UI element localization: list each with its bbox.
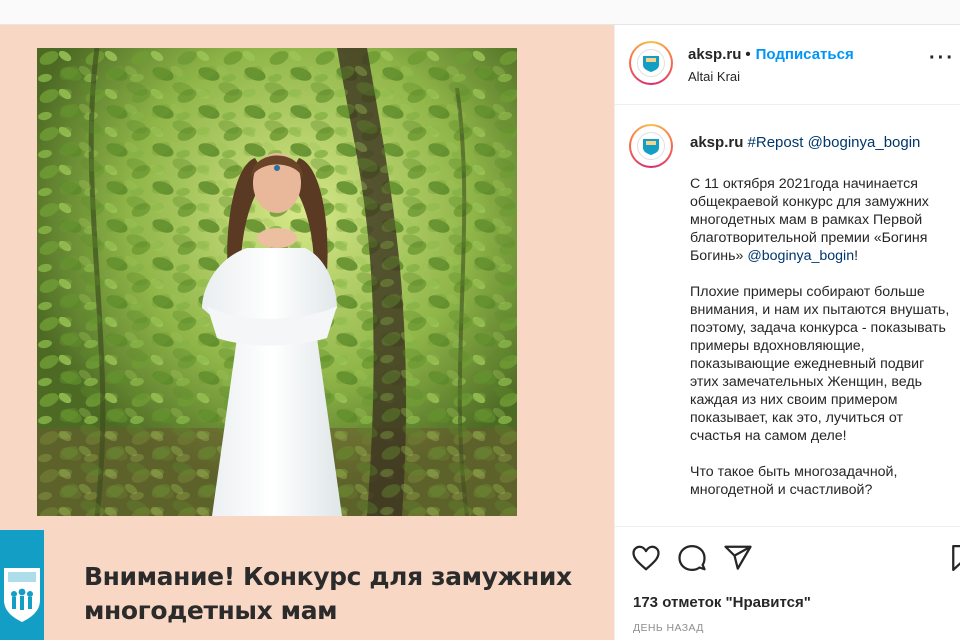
caption-avatar[interactable] — [629, 124, 673, 168]
caption-line: Плохие примеры собирают больше — [690, 284, 925, 300]
browser-top-strip — [0, 0, 960, 25]
share-icon[interactable] — [723, 543, 753, 573]
heart-icon[interactable] — [631, 543, 661, 573]
caption-comment: aksp.ru #Repost @boginya_bogin С 11 октя… — [615, 106, 960, 526]
author-avatar[interactable] — [629, 41, 673, 85]
headline-line-1: Внимание! Конкурс для замужних — [84, 562, 572, 591]
caption-header: aksp.ru #Repost @boginya_bogin — [690, 134, 920, 151]
repost-hashtag[interactable]: #Repost — [748, 134, 804, 151]
caption-paragraph-1: С 11 октября 2021года начинается общекра… — [690, 175, 960, 265]
caption-line: примеры вдохновляющие, — [690, 338, 865, 354]
comment-icon[interactable] — [677, 543, 707, 573]
likes-count[interactable]: 173 отметок "Нравится" — [633, 594, 811, 611]
repost-mention[interactable]: @boginya_bogin — [808, 134, 921, 151]
caption-line: показывающие ежедневный подвиг — [690, 356, 925, 372]
caption-mention[interactable]: @boginya_bogin — [747, 248, 854, 264]
caption-line: многодетной и счастливой? — [690, 482, 873, 498]
bookmark-icon[interactable] — [947, 543, 960, 573]
post-timestamp[interactable]: день назад — [633, 622, 704, 634]
image-headline: Внимание! Конкурс для замужних многодетн… — [84, 560, 604, 628]
author-username[interactable]: aksp.ru — [688, 46, 741, 63]
caption-line: благотворительной премии «Богиня — [690, 230, 928, 246]
post-media[interactable]: Внимание! Конкурс для замужних многодетн… — [0, 25, 614, 640]
caption-line: внимания, и нам их пытаются внушать, — [690, 302, 950, 318]
org-logo-icon — [0, 530, 44, 640]
caption-line: многодетных мам в рамках Первой — [690, 212, 923, 228]
caption-line: Богинь» — [690, 248, 748, 264]
org-logo-icon — [643, 139, 659, 155]
follow-button[interactable]: Подписаться — [756, 46, 854, 63]
headline-line-2: многодетных мам — [84, 596, 338, 625]
org-logo-icon — [643, 56, 659, 72]
caption-line: ! — [854, 248, 859, 264]
post-side-panel: aksp.ru • Подписаться Altai Krai ··· aksp.… — [614, 25, 960, 640]
author-line: aksp.ru • Подписаться — [688, 46, 854, 63]
caption-text: С 11 октября 2021года начинается общекра… — [690, 175, 960, 517]
more-options-icon[interactable]: ··· — [929, 47, 955, 70]
caption-line: общекраевой конкурс для замужних — [690, 194, 929, 210]
caption-paragraph-3: Что такое быть многозадачной, многодетно… — [690, 463, 960, 499]
caption-line: Что такое быть многозадачной, — [690, 464, 898, 480]
caption-line: счастья на самом деле! — [690, 428, 847, 444]
post-actions: 173 отметок "Нравится" день назад — [615, 526, 960, 640]
caption-paragraph-2: Плохие примеры собирают больше внимания,… — [690, 283, 960, 445]
post-photo — [37, 48, 517, 516]
separator-dot: • — [745, 46, 751, 63]
caption-username[interactable]: aksp.ru — [690, 134, 743, 151]
post-location[interactable]: Altai Krai — [688, 69, 740, 84]
caption-line: каждая из них своим примером — [690, 392, 898, 408]
post-header: aksp.ru • Подписаться Altai Krai ··· — [615, 25, 960, 105]
caption-line: С 11 октября 2021года начинается — [690, 176, 918, 192]
caption-line: показывает, как это, лучиться от — [690, 410, 903, 426]
caption-line: этих замечательных Женщин, ведь — [690, 374, 923, 390]
caption-line: поэтому, задача конкурса - показывать — [690, 320, 946, 336]
